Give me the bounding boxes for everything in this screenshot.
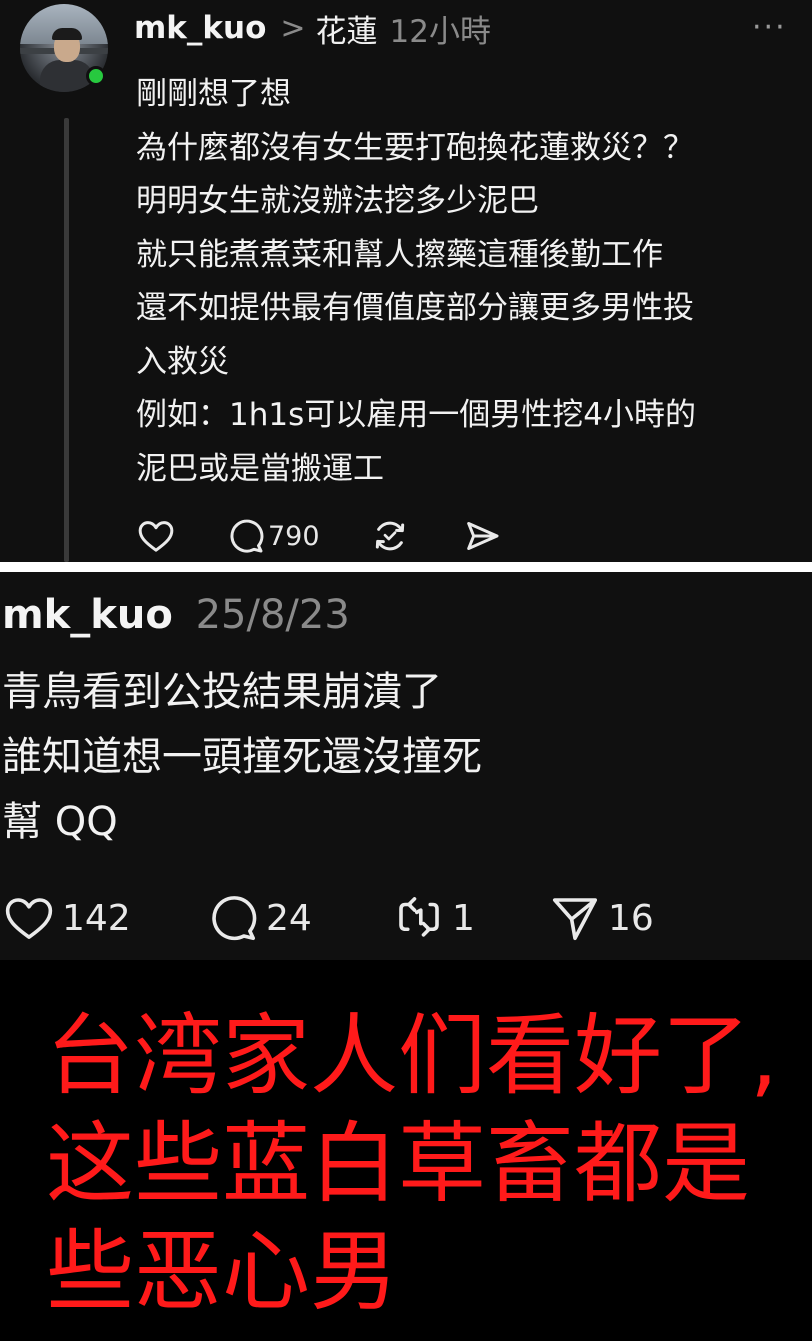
more-options-icon[interactable]: ··· — [752, 10, 787, 45]
post-1-actions: 790 — [134, 514, 534, 558]
repost-button[interactable]: 1 — [392, 890, 475, 946]
send-icon — [467, 522, 499, 550]
like-button[interactable] — [136, 514, 176, 558]
post-1: mk_kuo > 花蓮 12小時 ··· 剛剛想了想 為什麼都沒有女生要打砲換花… — [0, 0, 812, 562]
post-line: 入救災 — [136, 343, 229, 380]
post-2: mk_kuo 25/8/23 青鳥看到公投結果崩潰了 誰知道想一頭撞死還沒撞死 … — [0, 572, 812, 960]
username[interactable]: mk_kuo — [2, 592, 173, 638]
share-button[interactable]: 16 — [548, 890, 654, 946]
post-2-text: 青鳥看到公投結果崩潰了 誰知道想一頭撞死還沒撞死 幫 QQ — [2, 660, 482, 855]
comment-count: 24 — [266, 897, 312, 939]
thread-line — [64, 118, 69, 562]
post-2-header: mk_kuo 25/8/23 — [2, 592, 350, 638]
online-status-dot — [86, 66, 106, 86]
location-tag[interactable]: 花蓮 — [316, 6, 378, 51]
post-line: 就只能煮煮菜和幫人擦藥這種後勤工作 — [136, 236, 663, 273]
comment-count: 790 — [268, 520, 320, 552]
post-line: 幫 QQ — [2, 799, 118, 845]
caption-line: 些恶心男 — [46, 1220, 399, 1323]
comment-button[interactable]: 790 — [226, 514, 320, 558]
post-line: 例如：1h1s可以雇用一個男性挖4小時的 — [136, 397, 696, 433]
repost-icon — [399, 897, 439, 937]
share-button[interactable] — [462, 514, 502, 558]
post-1-text: 剛剛想了想 為什麼都沒有女生要打砲換花蓮救災？？ 明明女生就沒辦法挖多少泥巴 就… — [136, 68, 796, 496]
comment-bubble-icon — [212, 896, 257, 941]
post-2-actions: 142 24 1 16 — [0, 890, 812, 946]
heart-icon — [5, 898, 53, 939]
post-line: 泥巴或是當搬運工 — [136, 450, 384, 487]
post-line: 青鳥看到公投結果崩潰了 — [2, 669, 442, 715]
like-count: 142 — [62, 897, 131, 939]
repost-count: 1 — [452, 897, 475, 939]
timestamp: 25/8/23 — [195, 592, 350, 638]
overlay-caption: 台湾家人们看好了, 这些蓝白草畜都是 些恶心男 — [46, 1002, 806, 1326]
like-button[interactable]: 142 — [2, 890, 131, 946]
heart-icon — [138, 521, 174, 552]
comment-button[interactable]: 24 — [206, 890, 312, 946]
comment-bubble-icon — [230, 519, 264, 553]
share-count: 16 — [608, 897, 654, 939]
repost-button[interactable] — [370, 514, 410, 558]
chevron-right-icon: > — [280, 10, 306, 46]
post-line: 還不如提供最有價值度部分讓更多男性投 — [136, 290, 694, 326]
post-line: 明明女生就沒辦法挖多少泥巴 — [136, 183, 539, 219]
post-line: 為什麼都沒有女生要打砲換花蓮救災？？ — [136, 129, 694, 166]
timestamp: 12小時 — [389, 13, 491, 50]
send-icon — [552, 898, 598, 941]
caption-line: 台湾家人们看好了, — [46, 1004, 778, 1107]
repost-icon — [375, 521, 405, 551]
caption-line: 这些蓝白草畜都是 — [46, 1112, 751, 1215]
username[interactable]: mk_kuo — [134, 10, 266, 46]
post-1-header: mk_kuo > 花蓮 12小時 — [134, 6, 491, 51]
post-line: 誰知道想一頭撞死還沒撞死 — [2, 734, 482, 780]
screenshot-divider — [0, 562, 812, 572]
post-line: 剛剛想了想 — [136, 76, 291, 112]
